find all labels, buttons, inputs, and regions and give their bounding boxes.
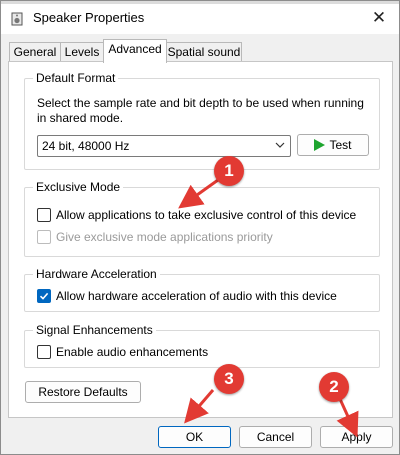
tab-levels[interactable]: Levels	[60, 42, 104, 62]
apply-button[interactable]: Apply	[320, 426, 393, 448]
hardware-acceleration-option[interactable]: Allow hardware acceleration of audio wit…	[37, 288, 337, 304]
audio-enhancements-label: Enable audio enhancements	[56, 345, 209, 359]
close-icon: ✕	[371, 8, 387, 27]
speaker-icon	[11, 12, 23, 26]
exclusive-mode-heading: Exclusive Mode	[33, 180, 124, 194]
hardware-acceleration-heading: Hardware Acceleration	[33, 267, 160, 281]
default-format-heading: Default Format	[33, 71, 119, 85]
exclusive-mode-group: Exclusive Mode Allow applications to tak…	[24, 180, 380, 257]
hardware-acceleration-label: Allow hardware acceleration of audio wit…	[56, 289, 337, 303]
hardware-acceleration-group: Hardware Acceleration Allow hardware acc…	[24, 267, 380, 312]
audio-enhancements-option[interactable]: Enable audio enhancements	[37, 344, 208, 360]
cancel-button[interactable]: Cancel	[239, 426, 312, 448]
sample-rate-value: 24 bit, 48000 Hz	[42, 139, 130, 153]
test-button-label: Test	[329, 138, 352, 152]
ok-button[interactable]: OK	[158, 426, 231, 448]
default-format-group: Default Format Select the sample rate an…	[24, 71, 380, 170]
close-button[interactable]: ✕	[365, 6, 393, 30]
restore-defaults-button[interactable]: Restore Defaults	[25, 381, 141, 403]
tab-general[interactable]: General	[9, 42, 61, 62]
exclusive-control-option[interactable]: Allow applications to take exclusive con…	[37, 207, 356, 223]
default-format-description-line2: in shared mode.	[37, 111, 124, 125]
signal-enhancements-group: Signal Enhancements Enable audio enhance…	[24, 323, 380, 368]
chevron-down-icon	[275, 142, 285, 148]
annotation-badge-1: 1	[214, 156, 244, 186]
hardware-acceleration-checkbox[interactable]	[37, 289, 51, 303]
exclusive-control-checkbox[interactable]	[37, 208, 51, 222]
checkmark-icon	[39, 292, 49, 300]
play-icon	[314, 139, 326, 151]
exclusive-priority-label: Give exclusive mode applications priorit…	[56, 230, 273, 244]
exclusive-priority-option: Give exclusive mode applications priorit…	[37, 229, 273, 245]
exclusive-control-label: Allow applications to take exclusive con…	[56, 208, 357, 222]
exclusive-priority-checkbox	[37, 230, 51, 244]
window-title: Speaker Properties	[33, 10, 145, 25]
signal-enhancements-heading: Signal Enhancements	[33, 323, 156, 337]
annotation-badge-3: 3	[214, 364, 244, 394]
annotation-badge-2: 2	[319, 372, 349, 402]
tab-advanced[interactable]: Advanced	[103, 39, 167, 63]
advanced-tab-panel: Default Format Select the sample rate an…	[8, 61, 393, 418]
tab-spatial-sound[interactable]: Spatial sound	[166, 42, 242, 62]
default-format-description-line1: Select the sample rate and bit depth to …	[37, 96, 364, 110]
test-button[interactable]: Test	[297, 134, 369, 156]
sample-rate-dropdown[interactable]: 24 bit, 48000 Hz	[37, 135, 291, 157]
title-bar: Speaker Properties ✕	[1, 4, 399, 34]
audio-enhancements-checkbox[interactable]	[37, 345, 51, 359]
